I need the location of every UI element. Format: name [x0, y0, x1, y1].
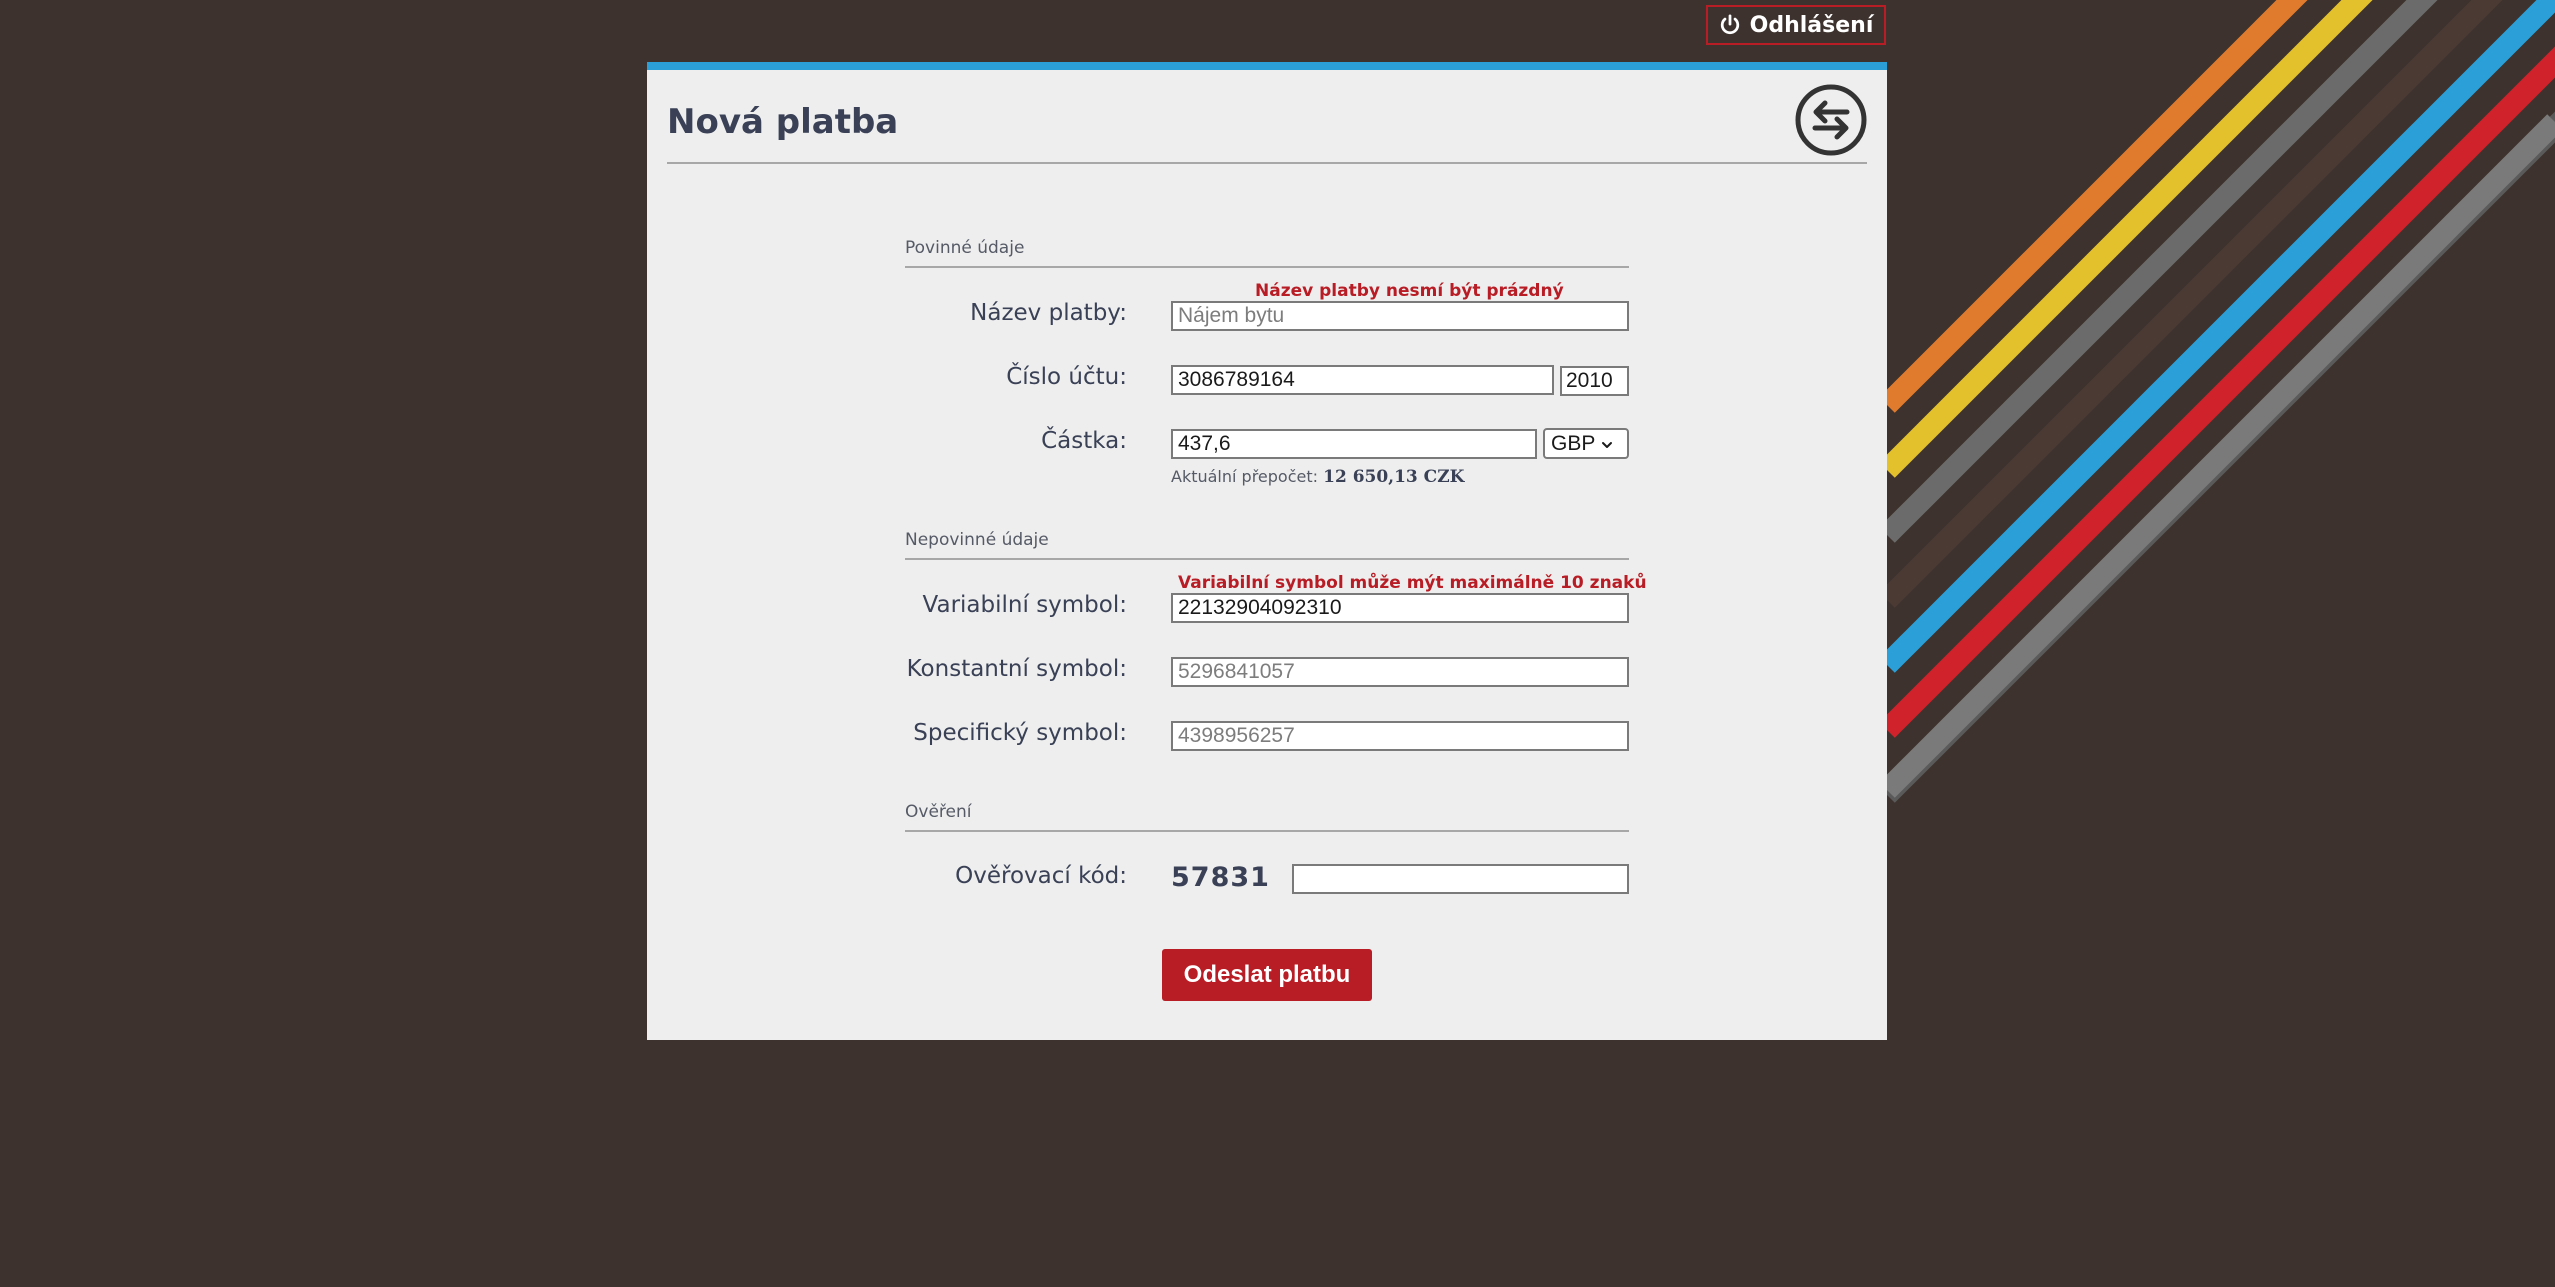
chevron-down-icon: [1601, 432, 1613, 456]
verification-code: 57831: [1171, 862, 1270, 893]
currency-selected-value: GBP: [1551, 431, 1596, 455]
section-verification-label: Ověření: [905, 802, 972, 822]
payment-name-error: Název platby nesmí být prázdný: [1255, 281, 1564, 301]
amount-label: Částka:: [1041, 428, 1127, 454]
bank-code-input[interactable]: 2010: [1560, 366, 1629, 396]
account-number-input[interactable]: 3086789164: [1171, 365, 1554, 395]
swap-arrows-icon[interactable]: [1795, 84, 1867, 156]
specific-symbol-label: Specifický symbol:: [913, 720, 1127, 746]
page-title: Nová platba: [667, 102, 899, 142]
logout-button[interactable]: Odhlášení: [1706, 5, 1886, 45]
power-icon: [1719, 14, 1741, 36]
account-number-label: Číslo účtu:: [1006, 364, 1127, 390]
variable-symbol-error: Variabilní symbol může mýt maximálně 10 …: [1178, 573, 1647, 593]
section-divider: [905, 266, 1629, 268]
title-divider: [667, 162, 1867, 164]
constant-symbol-label: Konstantní symbol:: [906, 656, 1127, 682]
submit-payment-button[interactable]: Odeslat platbu: [1162, 949, 1372, 1001]
variable-symbol-input[interactable]: 22132904092310: [1171, 593, 1629, 623]
amount-input[interactable]: 437,6: [1171, 429, 1537, 459]
verification-label: Ověřovací kód:: [955, 863, 1127, 889]
section-divider: [905, 830, 1629, 832]
section-divider: [905, 558, 1629, 560]
constant-symbol-input[interactable]: 5296841057: [1171, 657, 1629, 687]
payment-name-input[interactable]: Nájem bytu: [1171, 301, 1629, 331]
payment-name-label: Název platby:: [970, 300, 1127, 326]
variable-symbol-label: Variabilní symbol:: [922, 592, 1127, 618]
section-optional-label: Nepovinné údaje: [905, 530, 1049, 550]
verification-input[interactable]: [1292, 864, 1629, 894]
section-required-label: Povinné údaje: [905, 238, 1025, 258]
conversion-label: Aktuální přepočet:: [1171, 467, 1319, 486]
currency-select[interactable]: GBP: [1543, 428, 1629, 459]
conversion-note: Aktuální přepočet: 12 650,13 CZK: [1171, 467, 1464, 487]
payment-card: Nová platba Povinné údaje Název platby n…: [647, 62, 1887, 1040]
specific-symbol-input[interactable]: 4398956257: [1171, 721, 1629, 751]
conversion-value: 12 650,13 CZK: [1323, 467, 1465, 487]
logout-label: Odhlášení: [1749, 12, 1874, 38]
